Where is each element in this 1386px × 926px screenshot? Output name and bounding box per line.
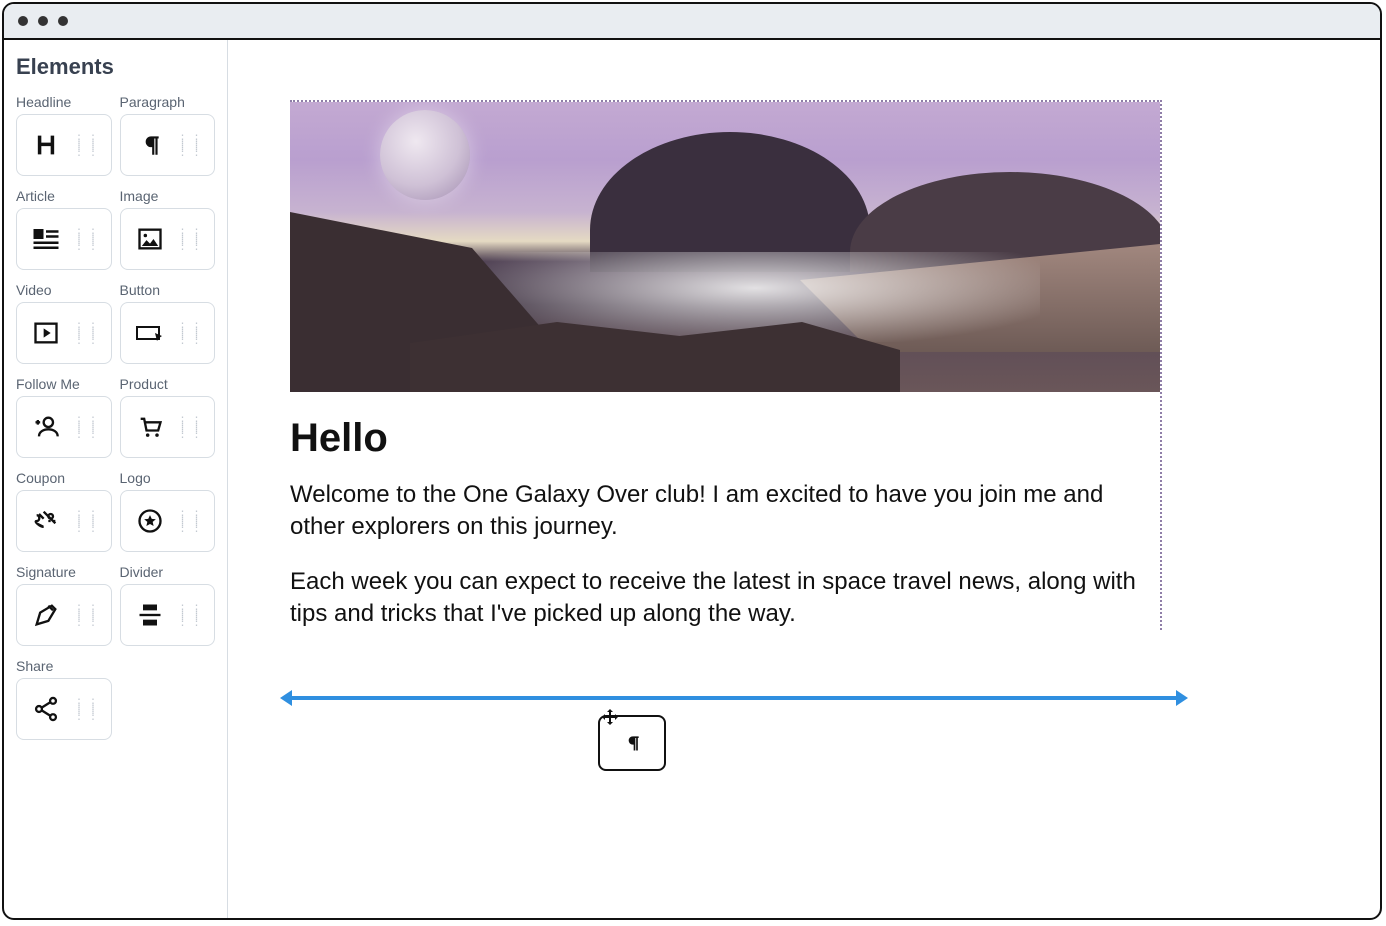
element-label: Article [16,188,112,204]
paragraph-icon [622,733,642,753]
divider-icon [129,601,171,629]
window-dot[interactable] [38,16,48,26]
article-icon [25,224,67,254]
email-paragraph[interactable]: Welcome to the One Galaxy Over club! I a… [290,479,1160,542]
grip-icon: ⋮⋮⋮⋮⋮⋮ [177,512,205,530]
grip-icon: ⋮⋮⋮⋮⋮⋮ [73,324,101,342]
element-label: Product [120,376,216,392]
email-paragraph[interactable]: Each week you can expect to receive the … [290,566,1160,629]
grip-icon: ⋮⋮⋮⋮⋮⋮ [73,230,101,248]
image-icon [129,225,171,253]
follow-me-icon [25,413,67,441]
window-dot[interactable] [58,16,68,26]
grip-icon: ⋮⋮⋮⋮⋮⋮ [73,136,101,154]
element-product[interactable]: ⋮⋮⋮⋮⋮⋮ [120,396,216,458]
element-follow-me[interactable]: ⋮⋮⋮⋮⋮⋮ [16,396,112,458]
element-label: Divider [120,564,216,580]
element-share[interactable]: ⋮⋮⋮⋮⋮⋮ [16,678,112,740]
element-image[interactable]: ⋮⋮⋮⋮⋮⋮ [120,208,216,270]
product-icon [129,413,171,441]
panel-title: Elements [16,54,215,80]
move-icon [598,707,622,731]
editor-canvas[interactable]: Hello Welcome to the One Galaxy Over clu… [228,40,1380,918]
signature-icon [25,601,67,629]
logo-icon [129,507,171,535]
titlebar [4,4,1380,40]
element-article[interactable]: ⋮⋮⋮⋮⋮⋮ [16,208,112,270]
grip-icon: ⋮⋮⋮⋮⋮⋮ [177,418,205,436]
email-heading[interactable]: Hello [290,416,1160,461]
grip-icon: ⋮⋮⋮⋮⋮⋮ [73,418,101,436]
video-icon [25,319,67,347]
window-dot[interactable] [18,16,28,26]
drag-ghost-paragraph[interactable] [598,715,666,771]
element-signature[interactable]: ⋮⋮⋮⋮⋮⋮ [16,584,112,646]
element-label: Image [120,188,216,204]
element-label: Logo [120,470,216,486]
headline-icon [25,131,67,159]
element-paragraph[interactable]: ⋮⋮⋮⋮⋮⋮ [120,114,216,176]
element-label: Follow Me [16,376,112,392]
element-label: Signature [16,564,112,580]
element-label: Button [120,282,216,298]
element-label: Video [16,282,112,298]
element-headline[interactable]: ⋮⋮⋮⋮⋮⋮ [16,114,112,176]
element-button[interactable]: ⋮⋮⋮⋮⋮⋮ [120,302,216,364]
element-label: Coupon [16,470,112,486]
grip-icon: ⋮⋮⋮⋮⋮⋮ [73,512,101,530]
coupon-icon [25,507,67,535]
grip-icon: ⋮⋮⋮⋮⋮⋮ [177,230,205,248]
grip-icon: ⋮⋮⋮⋮⋮⋮ [73,606,101,624]
element-coupon[interactable]: ⋮⋮⋮⋮⋮⋮ [16,490,112,552]
element-divider[interactable]: ⋮⋮⋮⋮⋮⋮ [120,584,216,646]
button-icon [129,319,171,347]
paragraph-icon [129,132,171,158]
grip-icon: ⋮⋮⋮⋮⋮⋮ [177,136,205,154]
hero-image[interactable] [290,102,1160,392]
grip-icon: ⋮⋮⋮⋮⋮⋮ [73,700,101,718]
elements-grid: Headline ⋮⋮⋮⋮⋮⋮ Paragraph ⋮⋮⋮⋮⋮⋮ [16,90,215,740]
elements-panel: Elements Headline ⋮⋮⋮⋮⋮⋮ Paragraph [4,40,228,918]
grip-icon: ⋮⋮⋮⋮⋮⋮ [177,606,205,624]
grip-icon: ⋮⋮⋮⋮⋮⋮ [177,324,205,342]
drop-indicator [288,696,1180,700]
share-icon [25,695,67,723]
app-body: Elements Headline ⋮⋮⋮⋮⋮⋮ Paragraph [4,40,1380,918]
email-body[interactable]: Hello Welcome to the One Galaxy Over clu… [290,392,1160,630]
element-label: Headline [16,94,112,110]
element-logo[interactable]: ⋮⋮⋮⋮⋮⋮ [120,490,216,552]
element-label: Share [16,658,112,674]
element-label: Paragraph [120,94,216,110]
app-window: Elements Headline ⋮⋮⋮⋮⋮⋮ Paragraph [2,2,1382,920]
element-video[interactable]: ⋮⋮⋮⋮⋮⋮ [16,302,112,364]
email-block[interactable]: Hello Welcome to the One Galaxy Over clu… [290,100,1162,630]
